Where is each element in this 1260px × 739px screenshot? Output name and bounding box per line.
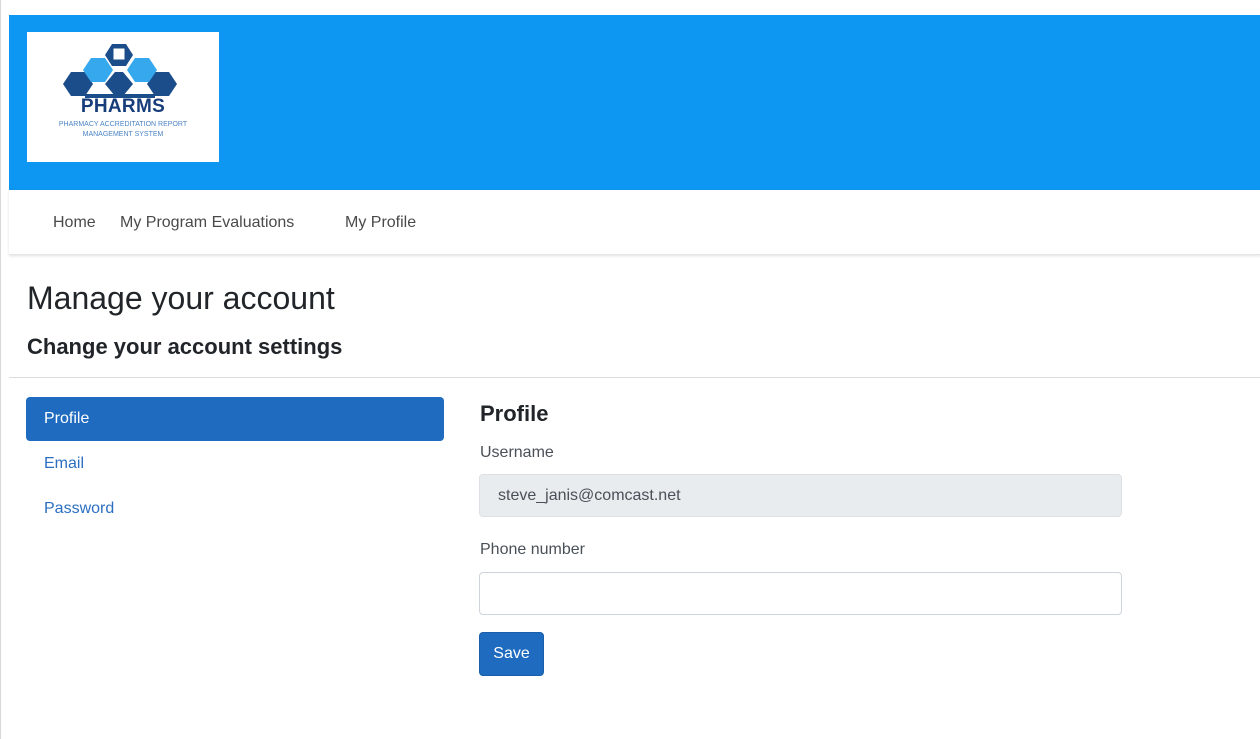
- sidebar-item-email[interactable]: Email: [26, 442, 444, 486]
- site-header: PHARMS PHARMACY ACCREDITATION REPORT MAN…: [9, 15, 1260, 190]
- page-subtitle: Change your account settings: [27, 334, 343, 359]
- page-title: Manage your account: [27, 280, 335, 316]
- nav-item-my-program-evaluations[interactable]: My Program Evaluations: [120, 214, 294, 232]
- logo-subtitle-line1: PHARMACY ACCREDITATION REPORT: [58, 121, 188, 128]
- nav-item-home[interactable]: Home: [53, 214, 96, 232]
- username-label: Username: [480, 444, 554, 461]
- logo-title: PHARMS: [80, 96, 166, 117]
- phone-number-input[interactable]: [479, 572, 1122, 615]
- sidebar-item-profile[interactable]: Profile: [26, 397, 444, 441]
- username-input[interactable]: [479, 474, 1122, 517]
- save-button[interactable]: Save: [479, 632, 544, 676]
- page: PHARMS PHARMACY ACCREDITATION REPORT MAN…: [0, 0, 1260, 739]
- main-nav: Home My Program Evaluations My Profile: [9, 190, 1260, 255]
- profile-heading: Profile: [480, 401, 549, 426]
- divider: [9, 377, 1260, 378]
- nav-item-my-profile[interactable]: My Profile: [345, 214, 416, 232]
- logo-subtitle-line2: MANAGEMENT SYSTEM: [82, 131, 164, 138]
- logo-subtitle: PHARMACY ACCREDITATION REPORT MANAGEMENT…: [27, 120, 219, 140]
- hexagon-logo-icon: [63, 44, 177, 98]
- pharms-logo[interactable]: PHARMS PHARMACY ACCREDITATION REPORT MAN…: [27, 32, 219, 162]
- sidebar-item-password[interactable]: Password: [26, 487, 444, 531]
- phone-number-label: Phone number: [480, 541, 585, 558]
